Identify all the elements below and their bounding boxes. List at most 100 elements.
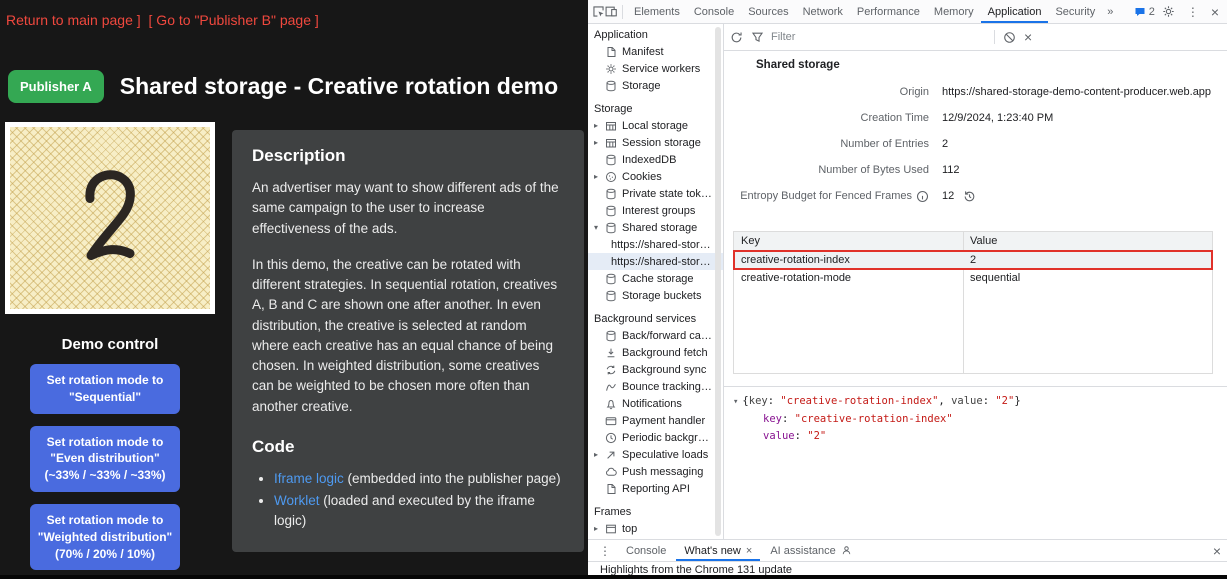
set-even-distribution-button[interactable]: Set rotation mode to "Even distribution"… [30,426,180,492]
back-forward-cache-icon [605,330,617,342]
close-drawer-icon[interactable]: × [1213,544,1221,558]
filter-input[interactable] [769,30,986,44]
chevron-right-icon: ▸ [594,138,605,147]
speculative-loads-icon [605,449,617,461]
sidebar-item-service-workers[interactable]: Service workers [588,60,723,77]
sidebar-item-reporting-api[interactable]: Reporting API [588,480,723,497]
set-weighted-distribution-button[interactable]: Set rotation mode to "Weighted distribut… [30,504,180,570]
clear-all-icon[interactable] [1003,31,1016,44]
tab-application[interactable]: Application [981,0,1049,23]
sidebar-item-local-storage[interactable]: ▸Local storage [588,117,723,134]
devtools-menu-kebab-icon[interactable]: ⋮ [1182,5,1204,19]
sidebar-item-cookies[interactable]: ▸Cookies [588,168,723,185]
column-header-value[interactable]: Value [963,235,1212,247]
divider [994,30,995,44]
more-tabs-icon[interactable]: » [1102,6,1118,18]
code-heading: Code [252,437,564,457]
delete-selected-icon[interactable]: × [1024,30,1032,44]
drawer-tab-whats-new[interactable]: What's new × [676,540,760,561]
sidebar-item-periodic-background-sync[interactable]: Periodic backgroun… [588,429,723,446]
sidebar-item-interest-groups[interactable]: Interest groups [588,202,723,219]
sidebar-item-back-forward-cache[interactable]: Back/forward cache [588,327,723,344]
table-row-highlighted[interactable]: creative-rotation-index 2 [734,251,1212,269]
storage-buckets-icon [605,290,617,302]
tab-security[interactable]: Security [1048,0,1102,23]
sidebar-item-manifest[interactable]: Manifest [588,43,723,60]
sidebar-item-storage[interactable]: Storage [588,77,723,94]
sidebar-item-push-messaging[interactable]: Push messaging [588,463,723,480]
column-header-key[interactable]: Key [734,235,963,247]
creative-ad-frame[interactable] [5,122,215,314]
metadata-view: Originhttps://shared-storage-demo-conten… [733,79,1227,209]
close-devtools-icon[interactable]: × [1211,5,1219,19]
notifications-bell-icon [605,398,617,410]
demo-control-heading: Demo control [5,336,215,353]
entropy-budget-value: 12 [942,190,1227,203]
field-label: Creation Time [733,112,929,124]
shared-storage-title: Shared storage [756,59,1227,71]
table-header: Key Value [734,232,1212,251]
tab-elements[interactable]: Elements [627,0,687,23]
sidebar-section-frames: Frames [588,503,723,520]
private-state-tokens-icon [605,188,617,200]
drawer-menu-kebab-icon[interactable]: ⋮ [594,544,616,558]
device-toolbar-icon[interactable] [605,5,618,18]
close-tab-icon[interactable]: × [746,545,752,557]
local-storage-icon [605,120,617,132]
sidebar-item-payment-handler[interactable]: Payment handler [588,412,723,429]
shared-storage-table: Key Value creative-rotation-index 2 crea… [733,231,1213,374]
entry-preview: ▾{key: "creative-rotation-index", value:… [724,386,1227,539]
devtools-body: Application Manifest Service workers Sto… [588,24,1227,539]
issues-count-badge[interactable]: 2 [1134,6,1155,18]
table-empty-area [734,287,1212,373]
sidebar-item-storage-buckets[interactable]: Storage buckets [588,287,723,304]
divider [622,5,623,19]
tab-console[interactable]: Console [687,0,741,23]
sidebar-item-shared-storage[interactable]: ▾Shared storage [588,219,723,236]
sidebar-item-top-frame[interactable]: ▸top [588,520,723,537]
sidebar-item-indexeddb[interactable]: IndexedDB [588,151,723,168]
tab-sources[interactable]: Sources [741,0,795,23]
sidebar-item-cache-storage[interactable]: Cache storage [588,270,723,287]
sidebar-item-background-sync[interactable]: Background sync [588,361,723,378]
sidebar-section-background-services: Background services [588,310,723,327]
drawer-tab-ai-assistance[interactable]: AI assistance [762,540,859,561]
worklet-link[interactable]: Worklet [274,493,320,508]
publisher-b-link[interactable]: [ Go to "Publisher B" page ] [149,12,319,28]
devtools-window: Elements Console Sources Network Perform… [588,0,1227,575]
cache-storage-icon [605,273,617,285]
cell-value: 2 [963,254,1212,266]
cookies-icon [605,171,617,183]
sidebar-item-shared-storage-origin-1[interactable]: https://shared-storage… [588,236,723,253]
table-row[interactable]: creative-rotation-mode sequential [734,269,1212,287]
sidebar-item-background-fetch[interactable]: Background fetch [588,344,723,361]
tab-memory[interactable]: Memory [927,0,981,23]
sidebar-item-private-state-tokens[interactable]: Private state tokens [588,185,723,202]
field-label: Number of Entries [733,138,929,150]
tab-performance[interactable]: Performance [850,0,927,23]
chevron-down-icon: ▾ [594,223,605,232]
background-sync-icon [605,364,617,376]
sidebar-item-speculative-loads[interactable]: ▸Speculative loads [588,446,723,463]
sidebar-item-bounce-tracking[interactable]: Bounce tracking miti… [588,378,723,395]
return-to-main-link[interactable]: Return to main page ] [6,12,141,28]
code-links-list: Iframe logic (embedded into the publishe… [252,469,564,532]
sidebar-item-session-storage[interactable]: ▸Session storage [588,134,723,151]
tab-network[interactable]: Network [796,0,850,23]
inspect-element-icon[interactable] [592,5,605,18]
set-sequential-button[interactable]: Set rotation mode to "Sequential" [30,364,180,414]
creative-digit-2 [60,156,160,281]
sidebar-item-shared-storage-origin-2[interactable]: https://shared-storage… [588,253,723,270]
disclosure-triangle-icon[interactable]: ▾ [733,397,738,407]
refresh-icon[interactable] [730,31,743,44]
bounce-tracking-icon [605,381,617,393]
drawer-tab-console[interactable]: Console [618,540,674,561]
iframe-logic-link[interactable]: Iframe logic [274,471,344,486]
reset-budget-icon[interactable] [963,190,976,203]
settings-gear-icon[interactable] [1162,5,1175,18]
field-label: Number of Bytes Used [733,164,929,176]
description-paragraph: An advertiser may want to show different… [252,178,564,239]
info-icon[interactable] [916,190,929,203]
sidebar-item-notifications[interactable]: Notifications [588,395,723,412]
storage-icon [605,80,617,92]
